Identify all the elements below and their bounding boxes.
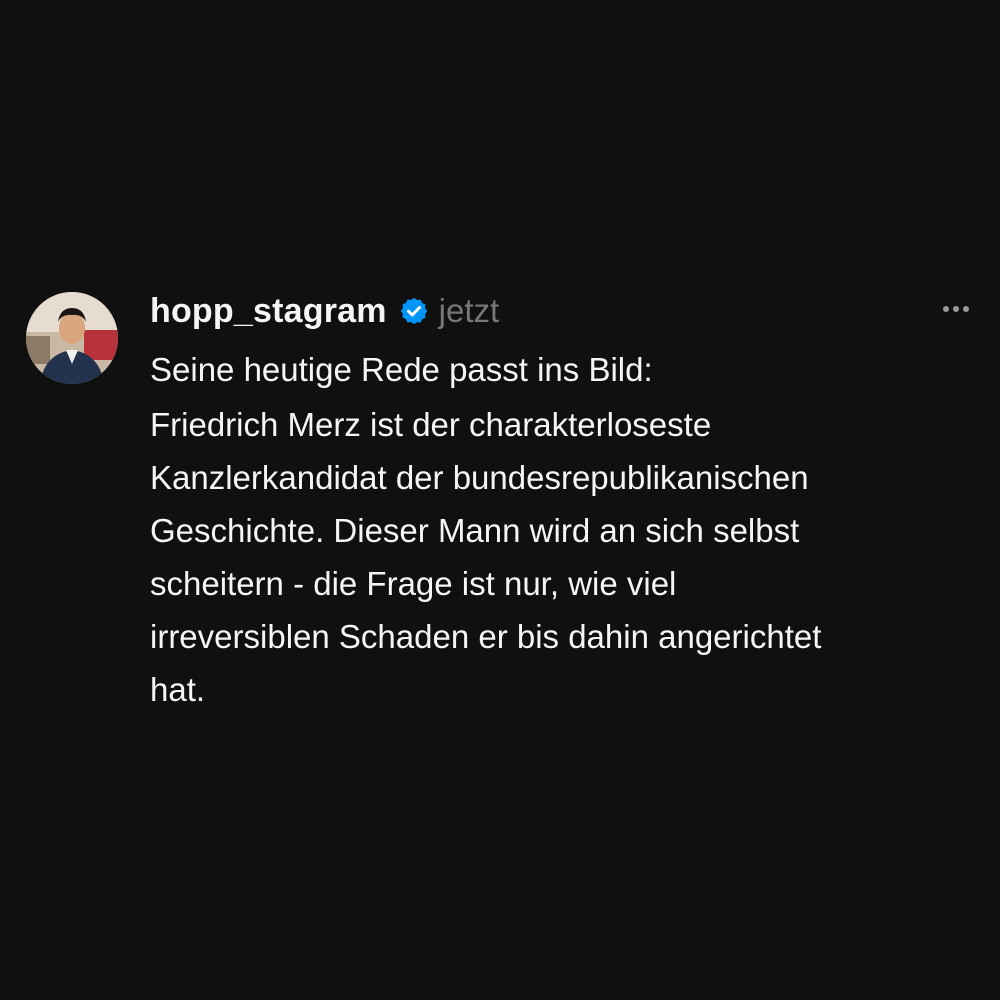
post-header: hopp_stagram jetzt bbox=[150, 290, 970, 332]
post-content: hopp_stagram jetzt Seine heutige Rede pa… bbox=[150, 290, 970, 716]
avatar-image bbox=[26, 292, 118, 384]
verified-badge-icon bbox=[399, 296, 429, 326]
post-first-line: Seine heutige Rede passt ins Bild: bbox=[150, 351, 653, 388]
post-timestamp: jetzt bbox=[438, 292, 500, 329]
more-options-icon[interactable] bbox=[934, 296, 978, 322]
post-body: Friedrich Merz ist der charakterloseste … bbox=[150, 406, 822, 708]
avatar[interactable] bbox=[26, 292, 118, 384]
username[interactable]: hopp_stagram bbox=[150, 292, 387, 331]
